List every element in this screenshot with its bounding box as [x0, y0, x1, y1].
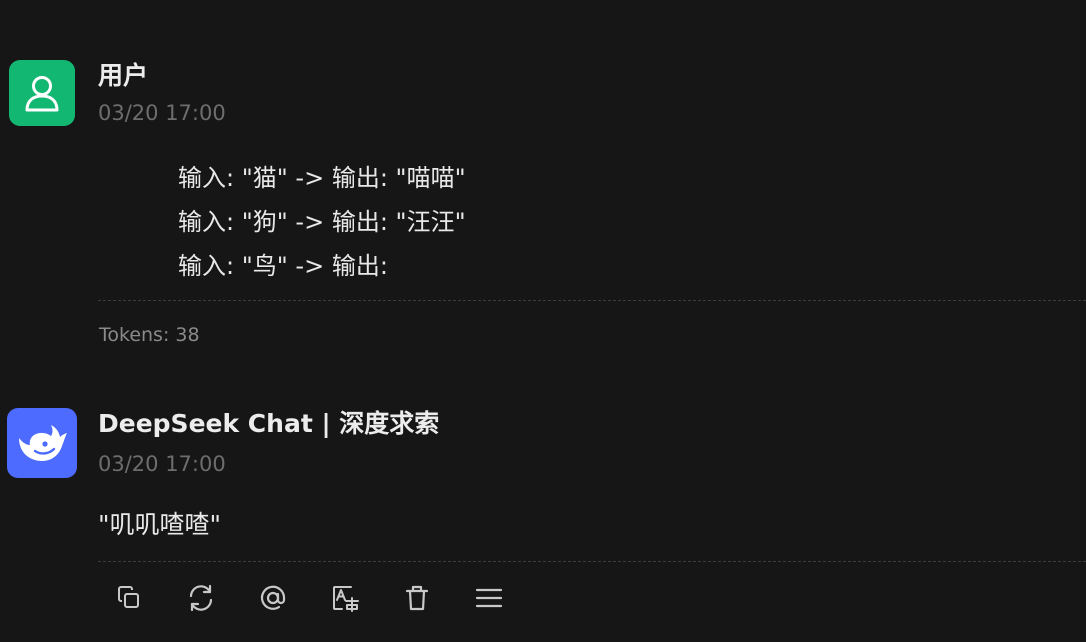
assistant-timestamp: 03/20 17:00	[98, 452, 226, 476]
mention-icon	[260, 585, 286, 610]
regenerate-icon	[189, 584, 213, 612]
message-action-toolbar	[108, 578, 540, 618]
message-line: 输入: "鸟" -> 输出:	[178, 252, 388, 280]
more-menu-button[interactable]	[468, 578, 510, 618]
assistant-message-content: "叽叽喳喳"	[98, 510, 221, 539]
message-divider	[98, 300, 1086, 301]
copy-button[interactable]	[108, 578, 150, 618]
regenerate-button[interactable]	[180, 578, 222, 618]
user-author-name: 用户	[98, 61, 149, 90]
user-message-content: 输入: "猫" -> 输出: "喵喵" 输入: "狗" -> 输出: "汪汪" …	[178, 156, 466, 288]
message-line: 输入: "猫" -> 输出: "喵喵"	[178, 164, 466, 192]
delete-button[interactable]	[396, 578, 438, 618]
token-count: Tokens: 38	[99, 324, 200, 346]
translate-button[interactable]	[324, 578, 366, 618]
deepseek-whale-icon	[19, 425, 67, 461]
copy-icon	[118, 586, 139, 608]
assistant-author-name: DeepSeek Chat | 深度求索	[98, 409, 440, 438]
message-divider	[98, 561, 1086, 562]
assistant-avatar	[7, 408, 77, 478]
user-avatar	[9, 60, 75, 126]
user-icon	[25, 76, 59, 112]
mention-button[interactable]	[252, 578, 294, 618]
user-timestamp: 03/20 17:00	[98, 101, 226, 125]
message-line: 输入: "狗" -> 输出: "汪汪"	[178, 208, 466, 236]
delete-icon	[405, 585, 429, 611]
translate-icon	[333, 586, 359, 612]
menu-icon	[475, 588, 503, 608]
chat-page: 用户 03/20 17:00 输入: "猫" -> 输出: "喵喵" 输入: "…	[0, 0, 1086, 642]
